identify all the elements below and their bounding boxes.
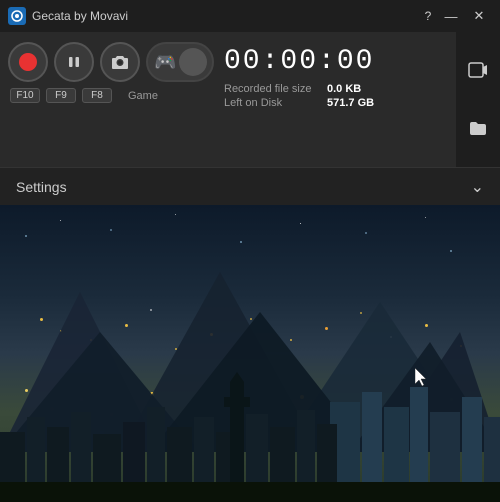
toggle-knob <box>179 48 207 76</box>
preview-area <box>0 205 500 502</box>
chevron-down-icon: ⌄ <box>471 177 484 197</box>
disk-label: Left on Disk <box>224 97 319 109</box>
close-button[interactable]: ✕ <box>466 6 492 26</box>
video-settings-button[interactable] <box>460 50 496 90</box>
record-shortcut: F10 <box>10 88 40 103</box>
settings-label: Settings <box>16 179 471 195</box>
recorded-label: Recorded file size <box>224 83 319 95</box>
settings-bar[interactable]: Settings ⌄ <box>0 167 500 205</box>
timer-area: 00:00:00 Recorded file size 0.0 KB Left … <box>224 42 374 109</box>
screenshot-shortcut: F8 <box>82 88 112 103</box>
app-title: Gecata by Movavi <box>32 9 418 23</box>
minimize-button[interactable]: — <box>438 6 464 26</box>
game-toggle[interactable]: 🎮 <box>146 42 214 82</box>
left-controls: 🎮 F10 F9 F8 Game <box>8 42 214 103</box>
pause-button[interactable] <box>54 42 94 82</box>
disk-value: 571.7 GB <box>327 97 374 109</box>
record-dot <box>19 53 37 71</box>
game-label: Game <box>128 90 158 102</box>
transport-buttons: 🎮 <box>8 42 214 82</box>
app-logo <box>8 7 26 25</box>
right-sidebar <box>456 32 500 167</box>
title-bar: Gecata by Movavi ? — ✕ <box>0 0 500 32</box>
record-button[interactable] <box>8 42 48 82</box>
scene-background <box>0 205 500 502</box>
buildings-svg <box>0 372 500 502</box>
shortcut-labels: F10 F9 F8 Game <box>10 88 158 103</box>
screenshot-button[interactable] <box>100 42 140 82</box>
disk-space-row: Left on Disk 571.7 GB <box>224 97 374 109</box>
timer-display: 00:00:00 <box>224 46 374 77</box>
stats-area: Recorded file size 0.0 KB Left on Disk 5… <box>224 83 374 109</box>
help-button[interactable]: ? <box>418 6 438 26</box>
window-controls: — ✕ <box>438 6 492 26</box>
control-bar: 🎮 F10 F9 F8 Game 00:00:00 Recorded file … <box>0 32 500 167</box>
pause-shortcut: F9 <box>46 88 76 103</box>
gamepad-icon: 🎮 <box>154 52 176 73</box>
folder-button[interactable] <box>460 109 496 149</box>
recorded-size-row: Recorded file size 0.0 KB <box>224 83 374 95</box>
recorded-value: 0.0 KB <box>327 83 361 95</box>
